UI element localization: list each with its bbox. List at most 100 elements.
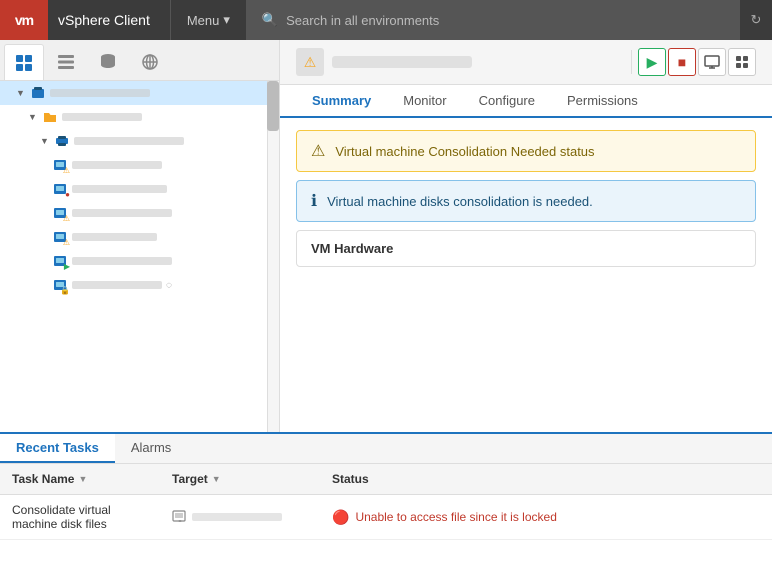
tab-monitor[interactable]: Monitor [387, 85, 462, 118]
divider [631, 50, 632, 74]
info-alert-icon: ℹ [311, 191, 317, 211]
search-bar[interactable]: 🔍 Search in all environments [246, 0, 740, 40]
alerts-area: ⚠ Virtual machine Consolidation Needed s… [280, 118, 772, 279]
sidebar-tabs [0, 40, 279, 81]
sidebar-tab-list[interactable] [46, 44, 86, 80]
status-error: 🔴 Unable to access file since it is lock… [332, 509, 760, 526]
tree-label [72, 161, 162, 169]
table-row: Consolidate virtual machine disk files 🔴 [0, 495, 772, 540]
bottom-tabs: Recent Tasks Alarms [0, 434, 772, 464]
td-task-name: Consolidate virtual machine disk files [0, 501, 160, 533]
target-label [192, 513, 282, 521]
alert-warning: ⚠ Virtual machine Consolidation Needed s… [296, 130, 756, 172]
vm-hardware-section: VM Hardware [296, 230, 756, 267]
bottom-tab-recent-tasks[interactable]: Recent Tasks [0, 434, 115, 463]
content-tabs: Summary Monitor Configure Permissions [280, 85, 772, 118]
tree-item-0[interactable]: ▼ [0, 81, 279, 105]
header-actions: ▶ ■ [627, 48, 756, 76]
bottom-panel: Recent Tasks Alarms Task Name ▼ Target ▼… [0, 432, 772, 577]
chevron-icon: ▼ [16, 88, 25, 98]
sidebar: ▼ ▼ ▼ [0, 40, 280, 432]
topbar: vm vSphere Client Menu ▾ 🔍 Search in all… [0, 0, 772, 40]
home-icon [14, 53, 34, 73]
play-button[interactable]: ▶ [638, 48, 666, 76]
database-icon [98, 52, 118, 72]
content-title-area: ⚠ [296, 48, 472, 76]
scroll-thumb[interactable] [267, 81, 279, 131]
monitor-icon [704, 54, 720, 70]
tree-label [72, 233, 157, 241]
vm-warning-icon-2: ⚠ [52, 205, 68, 221]
tree-item-vm-2[interactable]: ● [0, 177, 279, 201]
datacenter-icon [30, 85, 46, 101]
sidebar-tab-db[interactable] [88, 44, 128, 80]
tree-label [62, 113, 142, 121]
main-layout: ▼ ▼ ▼ [0, 40, 772, 432]
tree-item-vm-3[interactable]: ⚠ [0, 201, 279, 225]
vm-warning-icon: ⚠ [52, 157, 68, 173]
chevron-icon: ▼ [28, 112, 37, 122]
stop-button[interactable]: ■ [668, 48, 696, 76]
globe-icon [140, 52, 160, 72]
sort-icon[interactable]: ▼ [78, 474, 87, 484]
scroll-track[interactable] [267, 81, 279, 432]
tree-item-2[interactable]: ▼ [0, 129, 279, 153]
alert-warning-text: Virtual machine Consolidation Needed sta… [335, 144, 594, 159]
tree-label [74, 137, 184, 145]
tree-item-suffix: ◌ [166, 280, 172, 291]
tree-label [72, 257, 172, 265]
sidebar-tab-home[interactable] [4, 44, 44, 80]
monitor-button[interactable] [698, 48, 726, 76]
tree-label [72, 281, 162, 289]
vm-logo: vm [0, 0, 48, 40]
tree-item-1[interactable]: ▼ [0, 105, 279, 129]
chevron-icon: ▼ [40, 136, 49, 146]
td-status: 🔴 Unable to access file since it is lock… [320, 507, 772, 528]
tab-summary[interactable]: Summary [296, 85, 387, 118]
warning-alert-icon: ⚠ [311, 141, 325, 161]
actions-button[interactable] [728, 48, 756, 76]
search-icon: 🔍 [262, 12, 278, 28]
warning-icon: ⚠ [304, 54, 317, 71]
vm-warning-icon-3: ⚠ [52, 229, 68, 245]
list-icon [56, 52, 76, 72]
target-cell [172, 509, 308, 525]
vm-ok-icon: ▶ [52, 253, 68, 269]
menu-button[interactable]: Menu ▾ [170, 0, 246, 40]
tab-configure[interactable]: Configure [463, 85, 551, 118]
tree-label [72, 209, 172, 217]
sidebar-tree: ▼ ▼ ▼ [0, 81, 279, 432]
bottom-content: Task Name ▼ Target ▼ Status Consolidate … [0, 464, 772, 577]
table-header: Task Name ▼ Target ▼ Status [0, 464, 772, 495]
th-target: Target ▼ [160, 468, 320, 490]
alert-info: ℹ Virtual machine disks consolidation is… [296, 180, 756, 222]
th-status: Status [320, 468, 772, 490]
chevron-down-icon: ▾ [223, 12, 230, 28]
vm-error-icon: ● [52, 181, 68, 197]
th-task-name: Task Name ▼ [0, 468, 160, 490]
vm-lock-icon: 🔒 [52, 277, 68, 293]
bottom-tab-alarms[interactable]: Alarms [115, 434, 187, 463]
sort-icon-2[interactable]: ▼ [212, 474, 221, 484]
tree-item-vm-5[interactable]: ▶ [0, 249, 279, 273]
tree-item-vm-6[interactable]: 🔒 ◌ [0, 273, 279, 297]
app-title: vSphere Client [48, 12, 170, 28]
alert-info-text: Virtual machine disks consolidation is n… [327, 194, 593, 209]
target-vm-icon [172, 509, 188, 525]
sidebar-tab-globe[interactable] [130, 44, 170, 80]
td-target [160, 507, 320, 527]
vm-title-icon: ⚠ [296, 48, 324, 76]
folder-icon [42, 109, 58, 125]
vm-title-text [332, 56, 472, 68]
error-icon: 🔴 [332, 509, 349, 526]
actions-icon [734, 54, 750, 70]
refresh-icon[interactable]: ↻ [740, 0, 772, 40]
tree-label [50, 89, 150, 97]
content-header: ⚠ ▶ ■ [280, 40, 772, 85]
tree-item-vm-1[interactable]: ⚠ [0, 153, 279, 177]
content-area: ⚠ ▶ ■ Summary Monitor Configure Permis [280, 40, 772, 432]
tree-item-vm-4[interactable]: ⚠ [0, 225, 279, 249]
tree-label [72, 185, 167, 193]
tab-permissions[interactable]: Permissions [551, 85, 654, 118]
cluster-icon [54, 133, 70, 149]
